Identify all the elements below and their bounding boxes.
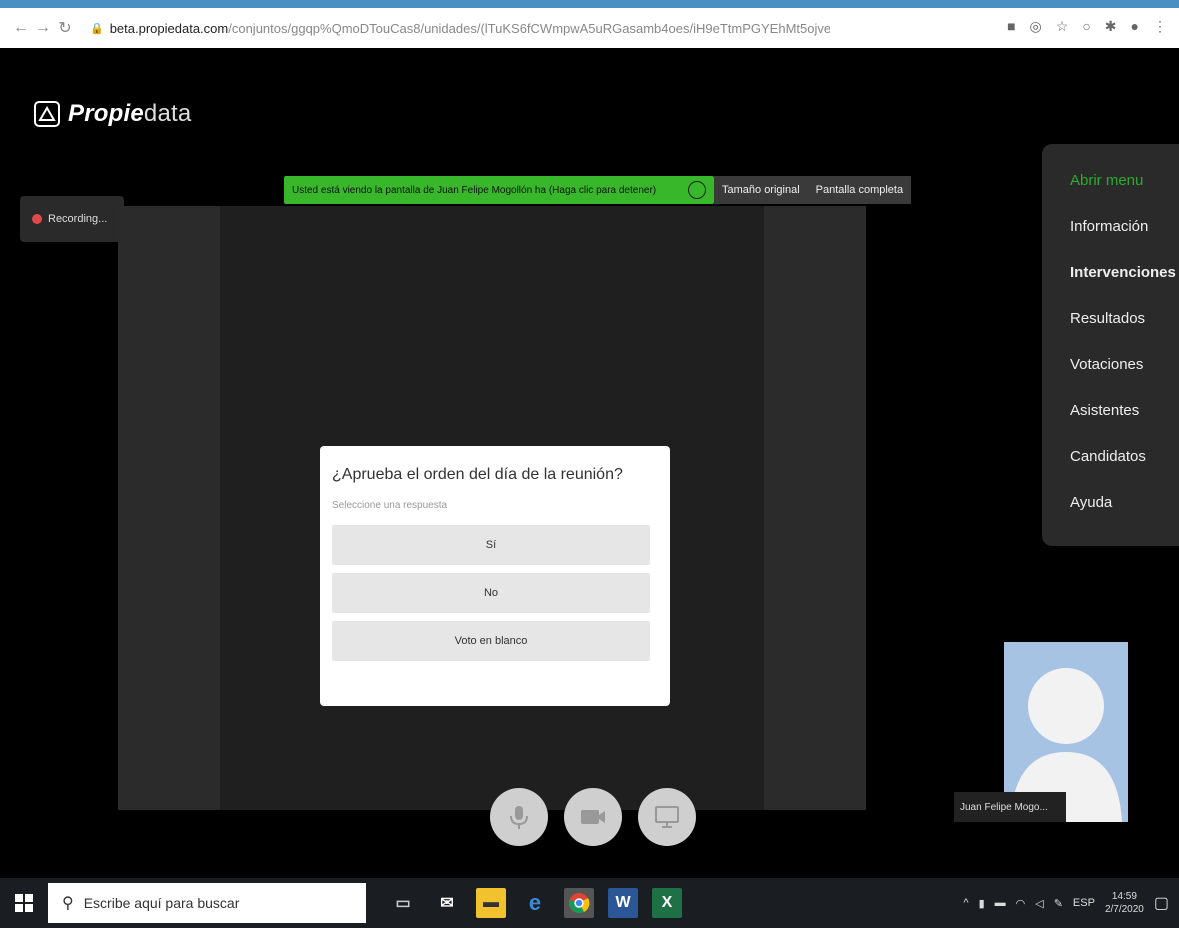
extension-icon[interactable]: ◎ [1030, 18, 1042, 35]
system-clock[interactable]: 14:59 2/7/2020 [1105, 890, 1144, 916]
clock-date: 2/7/2020 [1104, 904, 1144, 915]
menu-item-informacion[interactable]: Información [1070, 218, 1179, 264]
lock-icon: 🔒 [90, 22, 104, 35]
camera-icon [581, 810, 605, 824]
language-indicator[interactable]: ESP [1073, 897, 1095, 909]
fullscreen-button[interactable]: Pantalla completa [807, 176, 912, 204]
stop-share-icon[interactable] [688, 181, 706, 199]
logo-text-light: data [143, 100, 192, 127]
share-status-message: Usted está viendo la pantalla de Juan Fe… [284, 176, 714, 204]
menu-item-candidatos[interactable]: Candidatos [1070, 448, 1179, 494]
camera-button[interactable] [564, 788, 622, 846]
menu-item-asistentes[interactable]: Asistentes [1070, 402, 1179, 448]
network-icon[interactable]: ◠ [1016, 897, 1026, 910]
original-size-button[interactable]: Tamaño original [714, 176, 808, 204]
puzzle-icon[interactable]: ✱ [1105, 18, 1117, 35]
browser-toolbar: ← → ↻ 🔒 beta.propiedata.com /conjuntos/g… [0, 8, 1179, 48]
browser-top-accent [0, 0, 1179, 8]
profile-avatar-icon[interactable]: ● [1131, 18, 1139, 35]
extension-icons: ■ ◎ ☆ ○ ✱ ● ⋮ [1007, 18, 1167, 35]
usb-icon[interactable]: ▮ [979, 897, 985, 910]
volume-icon[interactable]: ◁ [1035, 897, 1043, 910]
system-tray: ^ ▮ ▬ ◠ ◁ ✎ ESP 14:59 2/7/2020 ▢ [963, 878, 1169, 928]
recording-dot-icon [32, 214, 42, 224]
star-icon[interactable]: ☆ [1056, 18, 1069, 35]
address-bar[interactable]: 🔒 beta.propiedata.com /conjuntos/ggqp%Qm… [90, 21, 830, 36]
opera-extension-icon[interactable]: ○ [1082, 18, 1090, 35]
logo-text-bold: Propie [68, 100, 144, 127]
menu-item-intervenciones[interactable]: Intervenciones [1070, 264, 1179, 310]
share-status-text: Usted está viendo la pantalla de Juan Fe… [292, 184, 657, 196]
search-icon: ⚲ [62, 895, 74, 912]
taskbar-search-placeholder: Escribe aquí para buscar [83, 895, 240, 911]
menu-item-open-menu[interactable]: Abrir menu [1070, 172, 1179, 218]
taskbar-apps: ▭ ✉ ▬ e W X [388, 888, 682, 918]
file-explorer-icon[interactable]: ▬ [476, 888, 506, 918]
recording-label: Recording... [48, 213, 108, 225]
internet-explorer-icon[interactable]: e [520, 888, 550, 918]
windows-logo-icon [15, 894, 33, 912]
taskbar-search[interactable]: ⚲ Escribe aquí para buscar [48, 883, 366, 923]
recording-indicator: Recording... [20, 196, 124, 242]
task-view-icon[interactable]: ▭ [388, 888, 418, 918]
menu-item-ayuda[interactable]: Ayuda [1070, 494, 1179, 540]
clock-time: 14:59 [1111, 891, 1137, 902]
camera-extension-icon[interactable]: ■ [1007, 18, 1015, 35]
propiedata-logo: Propiedata [34, 100, 191, 128]
battery-icon[interactable]: ▬ [995, 897, 1006, 909]
menu-item-resultados[interactable]: Resultados [1070, 310, 1179, 356]
forward-icon[interactable]: → [32, 19, 54, 37]
windows-taskbar: ⚲ Escribe aquí para buscar ▭ ✉ ▬ e W X ^… [0, 878, 1179, 928]
microphone-icon [510, 806, 528, 829]
menu-item-votaciones[interactable]: Votaciones [1070, 356, 1179, 402]
share-screen-button[interactable] [638, 788, 696, 846]
side-menu: Abrir menu Información Intervenciones Re… [1042, 144, 1179, 546]
mail-icon[interactable]: ✉ [432, 888, 462, 918]
participant-name: Juan Felipe Mogo... [954, 792, 1066, 822]
back-icon[interactable]: ← [10, 19, 32, 37]
vote-option-blank[interactable]: Voto en blanco [332, 621, 650, 661]
reload-icon[interactable]: ↻ [54, 18, 76, 38]
chrome-icon[interactable] [564, 888, 594, 918]
monitor-icon [655, 806, 679, 828]
microphone-button[interactable] [490, 788, 548, 846]
vote-dialog: ¿Aprueba el orden del día de la reunión?… [320, 446, 670, 706]
screen-share-bar: Usted está viendo la pantalla de Juan Fe… [284, 176, 912, 204]
pen-icon[interactable]: ✎ [1054, 897, 1063, 910]
word-icon[interactable]: W [608, 888, 638, 918]
url-path: /conjuntos/ggqp%QmoDTouCas8/unidades/(lT… [228, 20, 830, 36]
logo-triangle-icon [34, 101, 60, 127]
more-menu-icon[interactable]: ⋮ [1153, 18, 1167, 35]
vote-option-no[interactable]: No [332, 573, 650, 613]
start-button[interactable] [0, 894, 48, 912]
vote-question: ¿Aprueba el orden del día de la reunión? [332, 466, 623, 483]
vote-hint: Seleccione una respuesta [332, 500, 448, 511]
vote-option-si[interactable]: Sí [332, 525, 650, 565]
notifications-icon[interactable]: ▢ [1154, 893, 1169, 913]
url-host: beta.propiedata.com [109, 20, 229, 36]
excel-icon[interactable]: X [652, 888, 682, 918]
tray-expand-icon[interactable]: ^ [963, 897, 968, 909]
